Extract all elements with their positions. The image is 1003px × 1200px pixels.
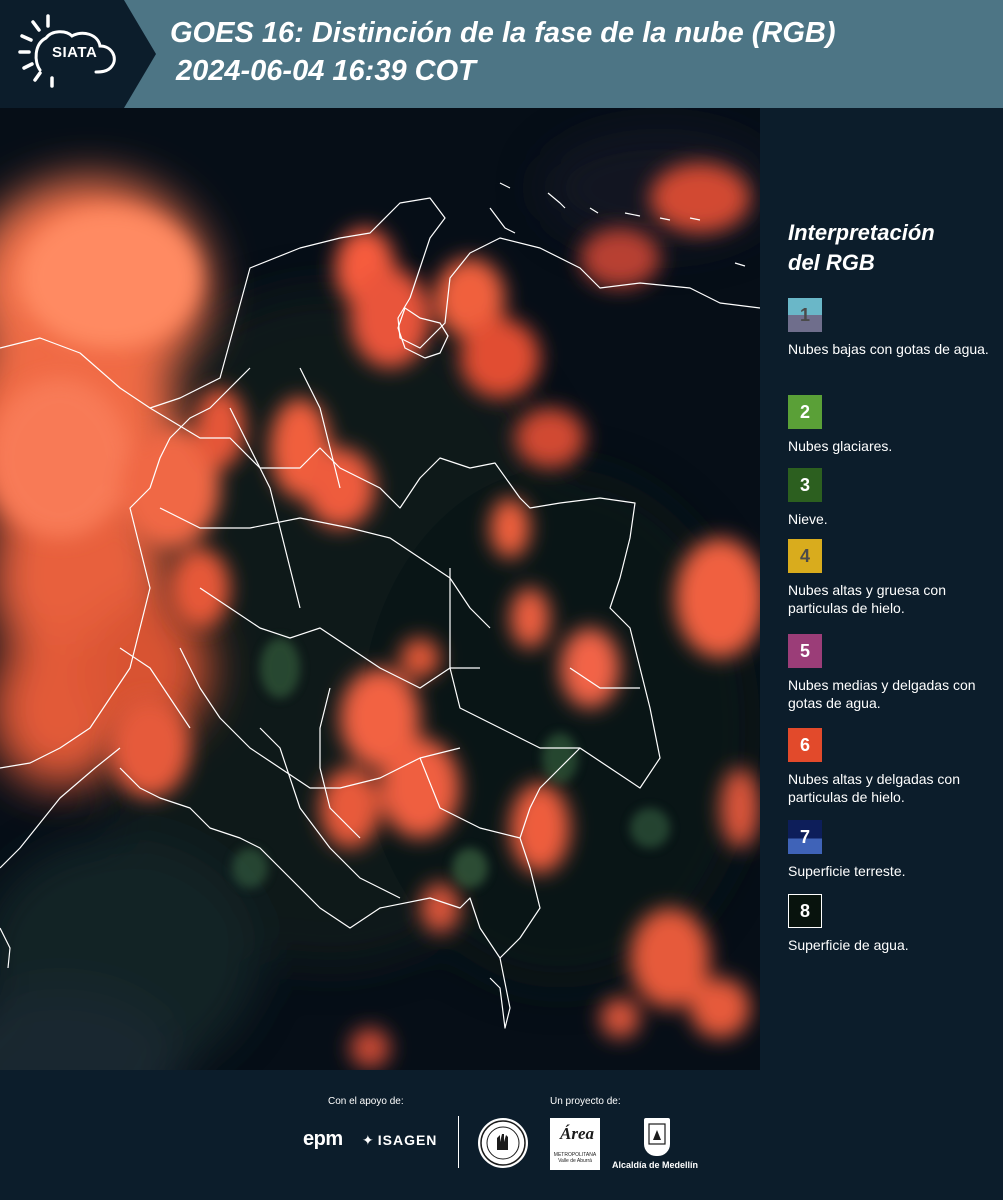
epm-logo: epm (303, 1128, 343, 1150)
area-logo-subtitle: METROPOLITANA Valle de Aburrá (553, 1152, 597, 1164)
medellin-label: Alcaldía de Medellín (612, 1160, 699, 1170)
legend-label-1: Nubes bajas con gotas de agua. (788, 341, 989, 357)
legend-item-8: 8 Superficie de agua. (788, 894, 1000, 954)
legend-swatch-3: 3 (788, 468, 822, 502)
footer: Con el apoyo de: Un proyecto de: epm ✦ IS… (0, 1070, 1003, 1200)
project-label: Un proyecto de: (550, 1096, 621, 1107)
legend-swatch-2: 2 (788, 395, 822, 429)
seal-logo (478, 1118, 528, 1168)
legend-label-3: Nieve. (788, 511, 828, 527)
isagen-logo: ✦ ISAGEN (362, 1132, 437, 1149)
legend-item-6: 6 Nubes altas y delgadas con particulas … (788, 728, 1000, 806)
legend-swatch-1: 1 (788, 298, 822, 332)
legend-swatch-5: 5 (788, 634, 822, 668)
area-logo-name: Área (560, 1124, 594, 1143)
legend-label-2: Nubes glaciares. (788, 438, 893, 454)
legend-number-5: 5 (799, 640, 810, 661)
legend-item-2: 2 Nubes glaciares. (788, 395, 1000, 455)
legend-item-5: 5 Nubes medias y delgadas con gotas de a… (788, 634, 1000, 712)
support-label: Con el apoyo de: (328, 1096, 404, 1107)
medellin-crest-icon (644, 1118, 670, 1156)
legend-label-7: Superficie terreste. (788, 863, 906, 879)
legend-item-3: 3 Nieve. (788, 468, 1000, 528)
legend-title-line1: Interpretación (788, 220, 935, 245)
rgb-legend: Interpretación del RGB 1 Nubes bajas con… (760, 108, 1003, 1070)
legend-title-line2: del RGB (788, 250, 875, 275)
legend-number-1: 1 (799, 304, 810, 325)
isagen-mark-icon: ✦ (362, 1132, 375, 1148)
header: SIATA GOES 16: Distinción de la fase de … (0, 0, 1003, 108)
legend-item-4: 4 Nubes altas y gruesa con particulas de… (788, 539, 1000, 617)
legend-title: Interpretación del RGB (788, 218, 998, 278)
satellite-map[interactable] (0, 108, 760, 1070)
footer-divider (458, 1116, 459, 1168)
area-metropolitana-logo: Área METROPOLITANA Valle de Aburrá (550, 1118, 600, 1170)
legend-swatch-7: 7 (788, 820, 822, 854)
legend-label-5: Nubes medias y delgadas con gotas de agu… (788, 677, 976, 711)
legend-number-7: 7 (799, 826, 810, 847)
isagen-logo-text: ISAGEN (377, 1132, 438, 1148)
legend-number-3: 3 (799, 474, 810, 495)
siata-logo-text: SIATA (52, 44, 98, 61)
legend-number-8: 8 (799, 900, 810, 921)
legend-label-4: Nubes altas y gruesa con particulas de h… (788, 582, 946, 616)
title-timestamp: 2024-06-04 16:39 COT (176, 55, 476, 87)
legend-label-8: Superficie de agua. (788, 937, 909, 953)
satellite-image (0, 108, 760, 1070)
siata-logo: SIATA (0, 0, 156, 108)
title-main: GOES 16: Distinción de la fase de la nub… (170, 17, 836, 49)
legend-swatch-6: 6 (788, 728, 822, 762)
legend-label-6: Nubes altas y delgadas con particulas de… (788, 771, 960, 805)
legend-number-6: 6 (799, 734, 810, 755)
legend-number-2: 2 (799, 401, 810, 422)
legend-item-1: 1 Nubes bajas con gotas de agua. (788, 298, 1000, 358)
page-title: GOES 16: Distinción de la fase de la nub… (170, 14, 990, 90)
legend-swatch-8: 8 (788, 894, 822, 928)
legend-number-4: 4 (799, 545, 810, 566)
legend-swatch-4: 4 (788, 539, 822, 573)
legend-item-7: 7 Superficie terreste. (788, 820, 1000, 880)
